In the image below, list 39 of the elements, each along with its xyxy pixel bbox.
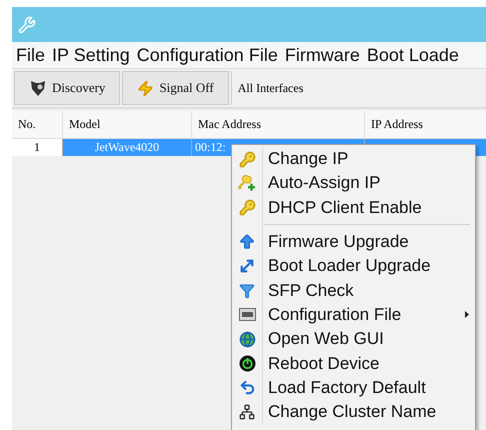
key-icon: [238, 150, 256, 168]
column-header[interactable]: Model: [63, 111, 192, 139]
device-icon: [238, 308, 256, 322]
menu-option[interactable]: Boot Loader Upgrade: [232, 254, 475, 278]
wrench-icon: [18, 16, 36, 34]
menu-option[interactable]: Firmware Upgrade: [232, 230, 475, 254]
key-icon: [238, 199, 256, 216]
column-header[interactable]: No.: [12, 111, 63, 139]
menu-option[interactable]: Change Cluster Name: [232, 400, 475, 424]
table-cell: JetWave4020: [63, 139, 192, 156]
menu-option[interactable]: Configuration File: [232, 302, 475, 328]
menu-option[interactable]: Open Web GUI: [232, 327, 475, 352]
menu-option[interactable]: Auto-Assign IP: [232, 171, 475, 196]
signal-button[interactable]: Signal Off: [122, 71, 229, 105]
menu-option[interactable]: Change IP: [232, 147, 475, 172]
menu-option[interactable]: SFP Check: [232, 278, 475, 303]
undo-icon: [238, 379, 256, 396]
network-icon: [239, 404, 255, 420]
menu-item[interactable]: File: [16, 44, 46, 66]
shield-icon: [29, 79, 47, 97]
lightning-icon: [137, 80, 154, 96]
column-header[interactable]: Mac Address: [192, 111, 365, 139]
menu-option[interactable]: Load Factory Default: [232, 376, 475, 400]
interface-selector[interactable]: All Interfaces: [230, 71, 304, 105]
upload-arrow-icon: [238, 233, 256, 252]
menu-item[interactable]: Configuration File: [136, 44, 278, 66]
globe-icon: [238, 330, 256, 348]
key-plus-icon: [238, 174, 256, 192]
discovery-button[interactable]: Discovery: [14, 71, 120, 105]
menu-item[interactable]: Firmware: [284, 44, 360, 66]
filter-icon: [239, 282, 255, 299]
column-header[interactable]: IP Address: [365, 111, 486, 139]
table-cell: 1: [12, 139, 63, 156]
menu-item[interactable]: IP Setting: [52, 44, 130, 66]
menu-item[interactable]: Boot Loade: [366, 44, 459, 66]
menu-option[interactable]: Reboot Device: [232, 351, 475, 376]
menu-option[interactable]: DHCP Client Enable: [232, 196, 475, 220]
power-icon: [238, 355, 256, 372]
diagonal-arrow-icon: [238, 257, 256, 276]
